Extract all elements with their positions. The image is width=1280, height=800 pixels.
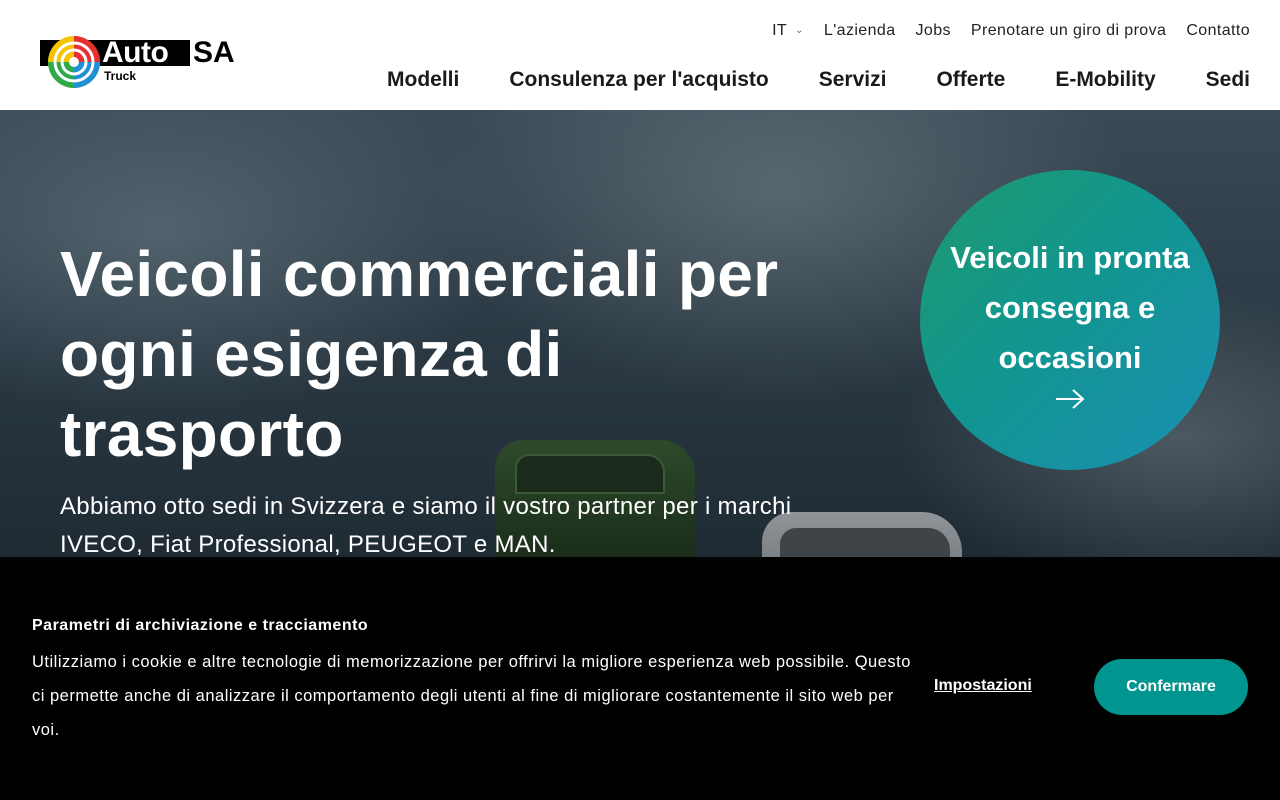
cookie-banner: Parametri di archiviazione e tracciament… bbox=[0, 557, 1280, 800]
logo-target-icon bbox=[48, 36, 100, 88]
main-navigation: Modelli Consulenza per l'acquisto Serviz… bbox=[387, 66, 1250, 94]
hero-title: Veicoli commerciali per ogni esigenza di… bbox=[60, 238, 779, 470]
hero-banner: Veicoli commerciali per ogni esigenza di… bbox=[0, 110, 1280, 560]
nav-item-e-mobility[interactable]: E-Mobility bbox=[1055, 66, 1155, 94]
language-label: IT bbox=[772, 22, 788, 39]
arrow-right-icon bbox=[1056, 389, 1085, 409]
nav-item-consulenza[interactable]: Consulenza per l'acquisto bbox=[509, 66, 768, 94]
logo[interactable]: Auto SA Truck bbox=[40, 32, 245, 88]
cta-label: Veicoli in pronta consegna e occasioni bbox=[950, 240, 1190, 375]
cookie-settings-link[interactable]: Impostazioni bbox=[934, 677, 1032, 695]
nav-item-offerte[interactable]: Offerte bbox=[936, 66, 1005, 94]
topnav-item-jobs[interactable]: Jobs bbox=[916, 20, 951, 42]
chevron-down-icon: ⌄ bbox=[795, 25, 804, 36]
topnav-item-azienda[interactable]: L'azienda bbox=[824, 20, 896, 42]
logo-suffix: SA bbox=[193, 36, 235, 69]
logo-wordmark: Auto bbox=[102, 36, 169, 69]
hero-subtitle: Abbiamo otto sedi in Svizzera e siamo il… bbox=[60, 493, 792, 558]
top-navigation: IT ⌄ L'azienda Jobs Prenotare un giro di… bbox=[772, 20, 1250, 42]
cookie-confirm-button[interactable]: Confermare bbox=[1094, 659, 1248, 715]
nav-item-modelli[interactable]: Modelli bbox=[387, 66, 459, 94]
nav-item-servizi[interactable]: Servizi bbox=[819, 66, 887, 94]
nav-item-sedi[interactable]: Sedi bbox=[1206, 66, 1250, 94]
stock-vehicles-cta[interactable]: Veicoli in pronta consegna e occasioni bbox=[920, 170, 1220, 470]
topnav-item-test-drive[interactable]: Prenotare un giro di prova bbox=[971, 20, 1166, 42]
site-header: Auto SA Truck IT ⌄ L'azienda Jobs Prenot… bbox=[0, 0, 1280, 110]
cookie-title: Parametri di archiviazione e tracciament… bbox=[32, 617, 369, 634]
language-selector[interactable]: IT ⌄ bbox=[772, 20, 804, 42]
logo-subtitle: Truck bbox=[104, 69, 137, 83]
cookie-text: Utilizziamo i cookie e altre tecnologie … bbox=[32, 653, 911, 739]
topnav-item-contatto[interactable]: Contatto bbox=[1186, 20, 1250, 42]
